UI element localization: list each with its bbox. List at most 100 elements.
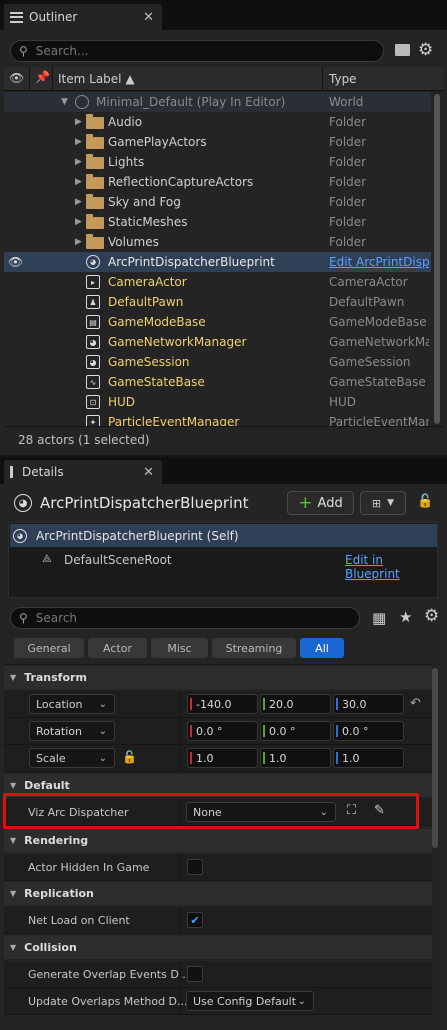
component-root-row[interactable]: ⟁ DefaultSceneRoot Edit in Blueprint <box>10 549 437 581</box>
column-divider <box>180 907 181 934</box>
chevron-down-icon: ▼ <box>10 781 17 790</box>
actor-label: GameSession <box>108 355 190 369</box>
section-title: Rendering <box>24 834 89 847</box>
list-item-actor[interactable]: ◕ GameSession GameSession <box>4 352 431 372</box>
scale-z-field[interactable]: 1.0 <box>333 748 404 768</box>
actor-type: GameModeBase <box>329 315 427 329</box>
column-divider <box>180 745 181 772</box>
actor-label: GameStateBase <box>108 375 205 389</box>
outliner-scrollbar[interactable] <box>434 94 440 424</box>
details-search-input[interactable]: ⚲ Search <box>10 607 360 629</box>
section-replication[interactable]: ▼ Replication <box>4 882 432 905</box>
location-dropdown[interactable]: Location ⌄ <box>29 694 115 714</box>
rotation-x-field[interactable]: 0.0 ° <box>187 721 258 741</box>
chevron-down-icon: ▼ <box>10 836 17 845</box>
search-icon: ⚲ <box>19 611 28 625</box>
tab-details[interactable]: Details ✕ <box>4 460 162 484</box>
session-icon: ◕ <box>86 355 100 369</box>
component-self-row[interactable]: ◕ ArcPrintDispatcherBlueprint (Self) <box>10 524 437 547</box>
filter-misc[interactable]: Misc <box>151 638 208 658</box>
details-scrollbar[interactable] <box>432 668 438 848</box>
outliner-status-bar: 28 actors (1 selected) <box>4 426 444 452</box>
edit-in-blueprint-link[interactable]: Edit in Blueprint <box>345 553 437 581</box>
section-title: Transform <box>24 671 87 684</box>
lock-icon[interactable]: 🔓 <box>122 750 137 764</box>
rotation-label: Rotation <box>36 724 83 738</box>
net-load-label: Net Load on Client <box>28 914 130 927</box>
column-divider <box>180 988 181 1015</box>
section-transform[interactable]: ▼ Transform <box>4 666 432 689</box>
property-net-load: Net Load on Client ✔ <box>4 907 432 934</box>
location-label: Location <box>36 697 83 711</box>
location-y-field[interactable]: 20.0 <box>260 694 331 714</box>
gamestate-icon: ∿ <box>86 375 100 389</box>
actor-type: CameraActor <box>329 275 408 289</box>
update-overlaps-dropdown[interactable]: Use Config Default ⌄ <box>186 991 314 1011</box>
actor-list: ▸ CameraActor CameraActor ♟ DefaultPawn Defau… <box>0 0 447 426</box>
chevron-down-icon: ▼ <box>10 943 17 952</box>
section-collision[interactable]: ▼ Collision <box>4 936 432 959</box>
list-item-actor[interactable]: ▸ CameraActor CameraActor <box>4 272 431 292</box>
update-overlaps-label: Update Overlaps Method D... <box>28 995 188 1008</box>
gamemode-icon: ▤ <box>86 315 100 329</box>
star-icon[interactable]: ★ <box>399 608 412 626</box>
details-tab-title: Details <box>22 465 64 479</box>
chevron-down-icon: ▼ <box>387 498 395 508</box>
actor-label: CameraActor <box>108 275 187 289</box>
filter-general[interactable]: General <box>14 638 84 658</box>
location-x-field[interactable]: -140.0 <box>187 694 258 714</box>
filter-streaming[interactable]: Streaming <box>212 638 296 658</box>
blueprint-actor-icon: ◕ <box>13 528 27 543</box>
filter-all[interactable]: All <box>300 638 344 658</box>
list-item-actor[interactable]: ♟ DefaultPawn DefaultPawn <box>4 292 431 312</box>
section-title: Collision <box>24 941 77 954</box>
particle-icon: ✦ <box>86 415 100 426</box>
net-load-checkbox[interactable]: ✔ <box>187 912 203 928</box>
actor-label: HUD <box>108 395 136 409</box>
blueprint-options-button[interactable]: ⊞ ▼ <box>360 491 406 515</box>
actor-type: GameStateBase <box>329 375 426 389</box>
list-item-actor[interactable]: ◕ GameNetworkManager GameNetworkMa <box>4 332 431 352</box>
camera-icon: ▸ <box>86 275 100 289</box>
filter-actor[interactable]: Actor <box>88 638 147 658</box>
scale-y-field[interactable]: 1.0 <box>260 748 331 768</box>
column-divider <box>180 854 181 881</box>
property-location: Location ⌄ -140.0 20.0 30.0 ↶ <box>4 691 432 718</box>
actor-hidden-checkbox[interactable] <box>187 859 203 875</box>
list-item-actor[interactable]: ✦ ParticleEventManager ParticleEventMan <box>4 412 431 426</box>
checkmark-icon: ✔ <box>190 913 200 927</box>
add-component-button[interactable]: + Add <box>287 491 354 515</box>
close-icon[interactable]: ✕ <box>143 465 154 480</box>
rotation-y-field[interactable]: 0.0 ° <box>260 721 331 741</box>
divider <box>4 664 432 665</box>
scale-x-field[interactable]: 1.0 <box>187 748 258 768</box>
add-label: Add <box>317 495 343 511</box>
rotation-z-field[interactable]: 0.0 ° <box>333 721 404 741</box>
list-item-actor[interactable]: ∿ GameStateBase GameStateBase <box>4 372 431 392</box>
reset-arrow-icon[interactable]: ↶ <box>410 696 421 711</box>
plus-icon: + <box>298 493 313 513</box>
scale-dropdown[interactable]: Scale ⌄ <box>29 748 115 768</box>
generate-overlap-checkbox[interactable] <box>187 966 203 982</box>
property-rotation: Rotation ⌄ 0.0 ° 0.0 ° 0.0 ° <box>4 718 432 745</box>
rotation-dropdown[interactable]: Rotation ⌄ <box>29 721 115 741</box>
actor-label: GameNetworkManager <box>108 335 247 349</box>
section-title: Replication <box>24 887 94 900</box>
property-update-overlaps: Update Overlaps Method D... Use Config D… <box>4 988 432 1015</box>
details-search-placeholder: Search <box>35 611 78 625</box>
table-view-icon[interactable]: ▦ <box>372 609 386 627</box>
hierarchy-icon: ⊞ <box>371 496 382 510</box>
section-rendering[interactable]: ▼ Rendering <box>4 829 432 852</box>
lock-icon[interactable]: 🔓 <box>417 494 433 509</box>
actor-type: GameNetworkMa <box>329 335 429 349</box>
list-item-actor[interactable]: ⊡ HUD HUD <box>4 392 431 412</box>
actor-count: 28 actors (1 selected) <box>18 433 150 447</box>
generate-overlap-label: Generate Overlap Events D... <box>28 968 190 981</box>
location-z-field[interactable]: 30.0 <box>333 694 404 714</box>
scene-component-icon: ⟁ <box>42 552 52 565</box>
gear-icon[interactable]: ⚙ <box>424 606 439 626</box>
details-icon <box>10 466 13 478</box>
list-item-actor[interactable]: ▤ GameModeBase GameModeBase <box>4 312 431 332</box>
self-component-label: ArcPrintDispatcherBlueprint (Self) <box>36 528 239 543</box>
column-divider <box>180 961 181 988</box>
